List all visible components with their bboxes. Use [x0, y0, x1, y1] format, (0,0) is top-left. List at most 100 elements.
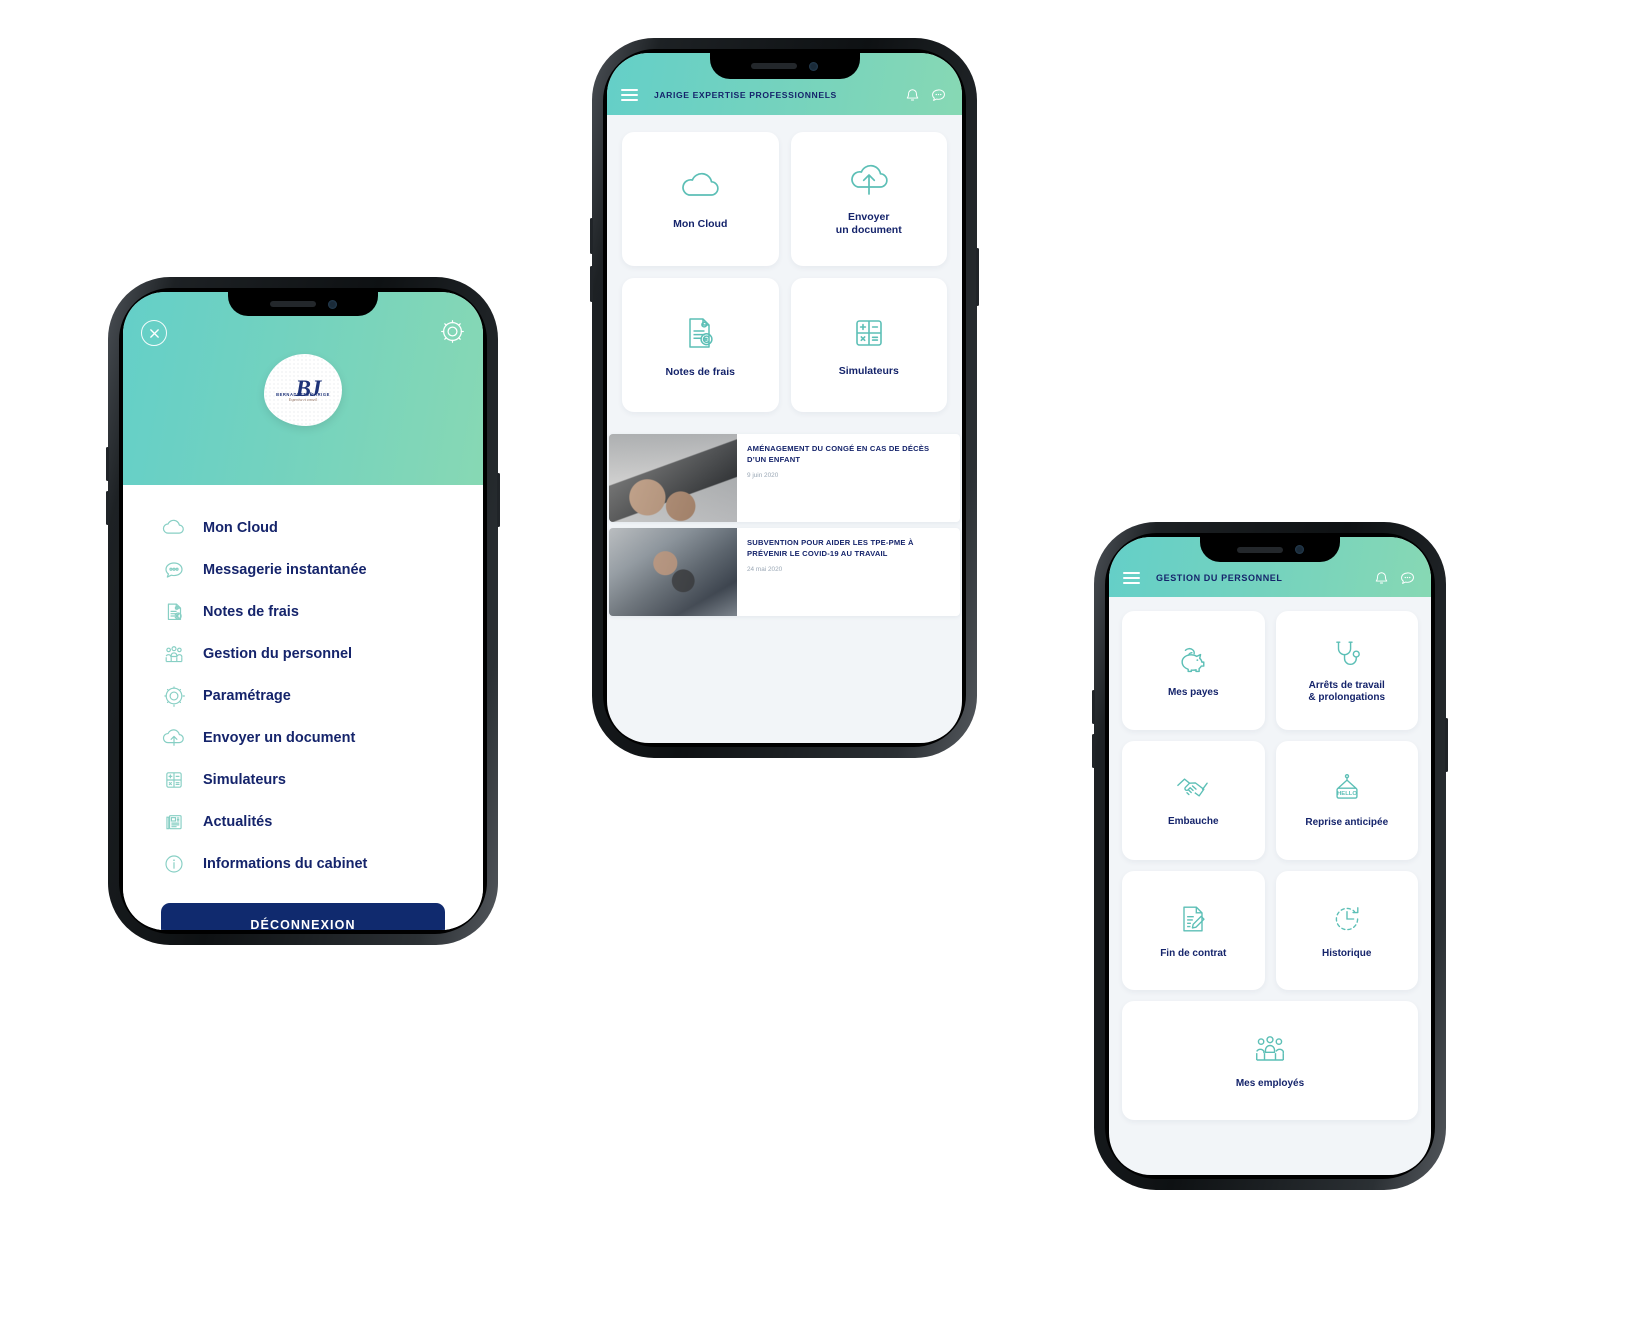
menu-item-parametrage[interactable]: Paramétrage	[123, 675, 483, 717]
phone-personnel: GESTION DU PERSONNEL Mes payes Arrêts de…	[1092, 522, 1448, 1190]
calculator-icon	[161, 767, 187, 793]
logo-tagline: Expertise et conseil	[288, 398, 318, 403]
tile-label: Arrêts de travail & prolongations	[1308, 680, 1386, 703]
menu-item-label: Mon Cloud	[203, 520, 278, 536]
menu-item-notes-de-frais[interactable]: Notes de frais	[123, 591, 483, 633]
tile-label: Historique	[1322, 948, 1372, 959]
bell-button[interactable]	[1373, 570, 1390, 587]
settings-button[interactable]	[440, 319, 465, 344]
menu-item-label: Informations du cabinet	[203, 856, 368, 872]
phone-home: JARIGE EXPERTISE PROFESSIONNELS Mon Clou…	[590, 38, 979, 758]
calculator-icon	[849, 313, 889, 353]
news-date: 9 juin 2020	[747, 472, 779, 479]
tile-label: Notes de frais	[665, 365, 735, 378]
chat-button[interactable]	[1398, 569, 1417, 588]
cloud-upload-icon	[161, 725, 187, 751]
chat-bubble-icon	[1401, 571, 1414, 584]
tile-embauche[interactable]: Embauche	[1122, 741, 1265, 860]
hello-sign-text: HELLO	[1337, 791, 1357, 797]
news-card[interactable]: SUBVENTION POUR AIDER LES TPE-PME À PRÉV…	[609, 528, 960, 616]
chat-bubble-icon	[161, 557, 187, 583]
menu-item-label: Actualités	[203, 814, 273, 830]
logo-brand: BERNADETTE JARIGE	[276, 392, 330, 398]
people-group-icon	[161, 641, 187, 667]
phone-volume-buttons	[1092, 734, 1095, 768]
hamburger-menu-button[interactable]	[1123, 572, 1140, 584]
earpiece-speaker	[269, 301, 316, 307]
phone-notch	[709, 53, 860, 79]
tile-mes-employes[interactable]: Mes employés	[1122, 1001, 1418, 1120]
tile-label: Embauche	[1167, 816, 1219, 827]
newspaper-icon	[161, 809, 187, 835]
phone-volume-buttons	[106, 447, 109, 481]
phone3-screen: GESTION DU PERSONNEL Mes payes Arrêts de…	[1109, 537, 1431, 1175]
menu-item-envoyer-un-document[interactable]: Envoyer un document	[123, 717, 483, 759]
phone-notch	[1200, 537, 1340, 562]
earpiece-speaker	[751, 63, 797, 69]
expense-report-icon	[679, 312, 721, 354]
cabinet-logo: BJ BERNADETTE JARIGE Expertise et consei…	[264, 354, 342, 426]
menu-item-label: Paramétrage	[203, 688, 291, 704]
clock-history-icon	[1329, 901, 1365, 937]
news-title: AMÉNAGEMENT DU CONGÉ EN CAS DE DÉCÈS D’U…	[747, 444, 930, 464]
tile-historique[interactable]: Historique	[1275, 871, 1418, 990]
front-camera	[809, 61, 818, 71]
tile-label: Mon Cloud	[673, 217, 728, 230]
header-actions	[904, 86, 948, 105]
hamburger-menu-button[interactable]	[621, 89, 638, 101]
menu-item-simulateurs[interactable]: Simulateurs	[123, 759, 483, 801]
phone-side-menu: BJ BERNADETTE JARIGE Expertise et consei…	[106, 277, 500, 945]
people-group-icon	[1248, 1031, 1292, 1067]
tile-envoyer-un-document[interactable]: Envoyer un document	[790, 132, 947, 266]
close-icon	[149, 328, 159, 338]
menu-item-informations-du-cabinet[interactable]: Informations du cabinet	[123, 843, 483, 885]
stethoscope-icon	[1329, 637, 1365, 671]
menu-body: Mon Cloud Messagerie instantanée Notes d…	[123, 485, 483, 930]
tile-mon-cloud[interactable]: Mon Cloud	[622, 132, 779, 266]
menu-item-label: Simulateurs	[203, 772, 286, 788]
piggy-bank-icon	[1174, 642, 1212, 676]
tile-fin-de-contrat[interactable]: Fin de contrat	[1122, 871, 1265, 990]
handshake-icon	[1173, 773, 1213, 805]
phone2-screen: JARIGE EXPERTISE PROFESSIONNELS Mon Clou…	[607, 53, 962, 743]
phone-power-button	[1445, 718, 1448, 772]
phone-notch	[228, 292, 378, 316]
news-section: AMÉNAGEMENT DU CONGÉ EN CAS DE DÉCÈS D’U…	[607, 412, 962, 616]
news-date: 24 mai 2020	[747, 566, 783, 573]
tile-reprise-anticipee[interactable]: HELLO Reprise anticipée	[1275, 741, 1418, 860]
news-text: AMÉNAGEMENT DU CONGÉ EN CAS DE DÉCÈS D’U…	[737, 434, 960, 522]
logout-button[interactable]: DÉCONNEXION	[161, 903, 445, 930]
menu-item-label: Messagerie instantanée	[203, 562, 367, 578]
tile-label: Mes payes	[1167, 687, 1219, 698]
phone-volume-buttons	[590, 266, 593, 302]
front-camera	[327, 299, 337, 309]
bell-icon	[1375, 571, 1388, 583]
news-card[interactable]: AMÉNAGEMENT DU CONGÉ EN CAS DE DÉCÈS D’U…	[609, 434, 960, 522]
tile-label: Envoyer un document	[835, 211, 902, 236]
menu-header: BJ BERNADETTE JARIGE Expertise et consei…	[123, 292, 483, 485]
tile-mes-payes[interactable]: Mes payes	[1122, 611, 1265, 730]
menu-item-messagerie-instantanee[interactable]: Messagerie instantanée	[123, 549, 483, 591]
tile-notes-de-frais[interactable]: Notes de frais	[622, 278, 779, 412]
news-thumbnail	[609, 434, 737, 522]
menu-item-mon-cloud[interactable]: Mon Cloud	[123, 507, 483, 549]
document-pencil-icon	[1175, 901, 1211, 937]
tile-arrets-de-travail[interactable]: Arrêts de travail & prolongations	[1275, 611, 1418, 730]
menu-item-actualites[interactable]: Actualités	[123, 801, 483, 843]
news-thumbnail	[609, 528, 737, 616]
info-icon	[161, 851, 187, 877]
hello-sign-icon: HELLO	[1328, 772, 1366, 806]
screenshot-root: BJ BERNADETTE JARIGE Expertise et consei…	[0, 0, 1640, 1327]
logout-area: DÉCONNEXION	[123, 885, 483, 930]
phone-volume-buttons	[1092, 690, 1095, 724]
menu-item-gestion-du-personnel[interactable]: Gestion du personnel	[123, 633, 483, 675]
header-actions	[1373, 569, 1417, 588]
chat-button[interactable]	[929, 86, 948, 105]
bell-button[interactable]	[904, 87, 921, 104]
tile-simulateurs[interactable]: Simulateurs	[790, 278, 947, 412]
earpiece-speaker	[1236, 546, 1283, 553]
close-button[interactable]	[141, 320, 167, 346]
menu-item-label: Gestion du personnel	[203, 646, 353, 662]
tile-label: Simulateurs	[838, 364, 899, 377]
tile-label: Mes employés	[1235, 1078, 1305, 1089]
